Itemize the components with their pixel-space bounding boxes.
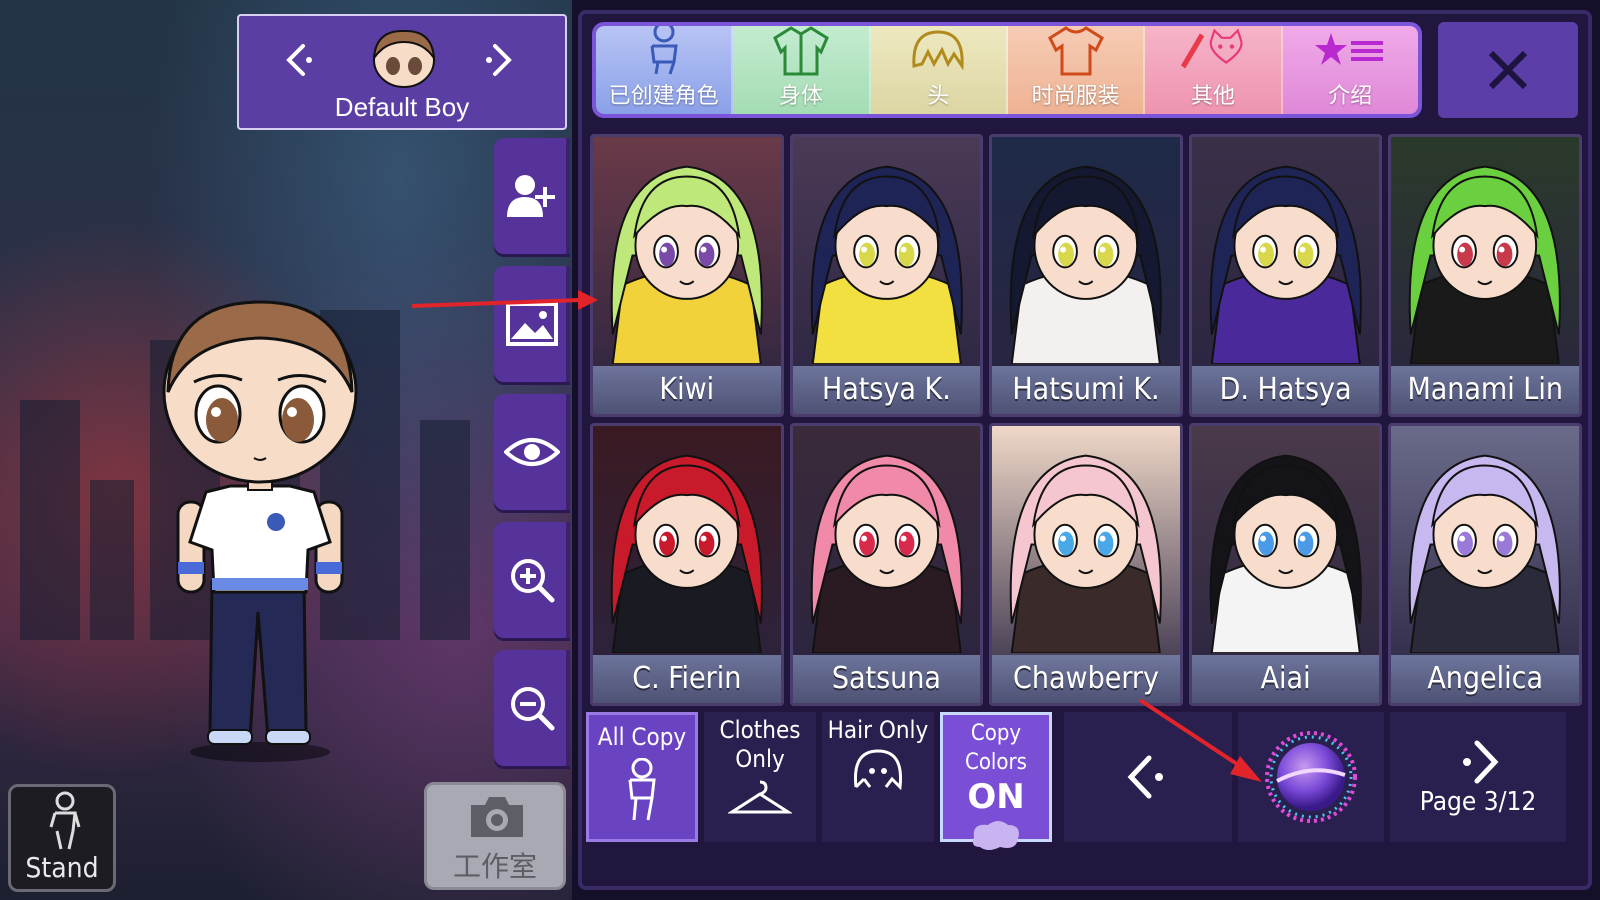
character-name: C. Fierin: [593, 655, 781, 703]
tab-created-characters[interactable]: 已创建角色: [596, 26, 734, 114]
all-copy-button[interactable]: All Copy: [586, 712, 698, 842]
character-selector: Default Boy: [237, 14, 567, 130]
close-icon: [1488, 50, 1528, 90]
sword-cat-icon: [1180, 28, 1243, 69]
stand-label: Stand: [25, 851, 99, 884]
character-name: Aiai: [1191, 655, 1380, 703]
copy-options-bar: All Copy Clothes Only Hair Only Copy Col…: [586, 712, 1582, 850]
category-tabs: 已创建角色 身体 头 时尚服装 其他 介绍: [592, 22, 1422, 118]
character-card[interactable]: D. Hatsya: [1188, 134, 1383, 417]
character-portrait: [610, 165, 763, 365]
character-name: Hatsumi K.: [992, 366, 1180, 414]
character-portrait: [1409, 165, 1562, 365]
add-person-icon: [507, 175, 555, 217]
option-label: All Copy: [597, 723, 687, 751]
close-button[interactable]: [1438, 22, 1578, 118]
option-label: Clothes Only: [719, 716, 801, 773]
studio-button[interactable]: 工作室: [424, 782, 566, 890]
character-name: Chawberry: [992, 655, 1180, 703]
zoom-in-icon: [511, 559, 555, 603]
previous-character-button[interactable]: [277, 38, 321, 82]
character-portrait: [1209, 454, 1362, 654]
character-card[interactable]: Chawberry: [989, 423, 1183, 706]
character-portrait: [810, 165, 963, 365]
page-indicator: Page 3/12: [1419, 787, 1537, 817]
character-card[interactable]: Satsuna: [789, 423, 984, 706]
zoom-out-button[interactable]: [494, 650, 570, 766]
character-portrait: [1009, 165, 1162, 365]
tshirt-icon: [1047, 26, 1104, 76]
character-card[interactable]: Hatsya K.: [789, 134, 984, 417]
hanger-icon: [726, 780, 794, 814]
tab-label: 头: [927, 84, 950, 109]
tab-label: 身体: [778, 84, 823, 109]
jacket-icon: [773, 26, 829, 76]
character-card[interactable]: Angelica: [1388, 423, 1582, 706]
add-character-button[interactable]: [494, 138, 570, 254]
tab-intro[interactable]: 介绍: [1282, 26, 1418, 114]
tab-fashion[interactable]: 时尚服装: [1007, 26, 1146, 114]
option-label: Copy Colors: [965, 721, 1027, 775]
chevron-left-icon: [1127, 755, 1163, 799]
character-name: Manami Lin: [1391, 366, 1579, 414]
character-name: Angelica: [1391, 655, 1579, 703]
tab-head[interactable]: 头: [870, 26, 1008, 114]
character-portrait: [1209, 165, 1362, 365]
hair-outline-icon: [853, 749, 903, 791]
tab-label: 介绍: [1328, 84, 1373, 109]
paint-splash-icon: [972, 821, 1019, 850]
background-image-icon: [506, 302, 558, 346]
character-grid: Kiwi Hatsya K. Hatsumi K. D. Hatsya Manami L…: [590, 134, 1582, 706]
character-name: D. Hatsya: [1191, 366, 1380, 414]
character-card[interactable]: Kiwi: [590, 134, 784, 417]
visibility-button[interactable]: [494, 394, 570, 510]
character-card[interactable]: Manami Lin: [1388, 134, 1582, 417]
character-card[interactable]: Hatsumi K.: [989, 134, 1183, 417]
character-card[interactable]: Aiai: [1188, 423, 1383, 706]
tab-label: 已创建角色: [608, 84, 719, 109]
next-character-button[interactable]: [477, 38, 521, 82]
toggle-state: ON: [967, 777, 1025, 817]
star-list-icon: [1315, 33, 1384, 65]
tab-body[interactable]: 身体: [733, 26, 871, 114]
chevron-left-icon: [286, 44, 312, 76]
background-button[interactable]: [494, 266, 570, 382]
clothes-only-button[interactable]: Clothes Only: [704, 712, 816, 842]
planet-button[interactable]: [1238, 712, 1384, 842]
character-portrait: [810, 454, 963, 654]
character-outline-icon: [650, 26, 678, 75]
camera-icon: [471, 797, 523, 837]
hair-icon: [912, 30, 964, 71]
tab-label: 时尚服装: [1031, 84, 1120, 109]
option-label: Hair Only: [827, 716, 929, 744]
character-name: Hatsya K.: [792, 366, 981, 414]
copy-colors-toggle[interactable]: Copy Colors ON: [940, 712, 1052, 850]
character-figure[interactable]: [150, 292, 370, 772]
character-card[interactable]: C. Fierin: [590, 423, 784, 706]
pose-figure-icon: [49, 791, 81, 850]
character-portrait: [1009, 454, 1162, 654]
zoom-out-icon: [511, 687, 555, 731]
planet-icon: [1265, 731, 1357, 823]
hair-only-button[interactable]: Hair Only: [822, 712, 934, 842]
tab-other[interactable]: 其他: [1145, 26, 1283, 114]
character-name: Satsuna: [792, 655, 981, 703]
previous-page-button[interactable]: [1064, 712, 1232, 842]
character-name: Default Boy: [334, 92, 470, 122]
avatar: [371, 28, 437, 88]
next-page-button[interactable]: Page 3/12: [1390, 712, 1566, 842]
character-portrait: [610, 454, 763, 654]
chevron-right-icon: [486, 44, 512, 76]
studio-label: 工作室: [452, 850, 537, 883]
stand-button[interactable]: Stand: [8, 784, 116, 892]
character-name: Kiwi: [593, 366, 781, 414]
chevron-right-icon: [1463, 740, 1499, 784]
eye-icon: [504, 438, 560, 466]
character-portrait: [1409, 454, 1562, 654]
full-body-icon: [628, 757, 656, 821]
tab-label: 其他: [1190, 84, 1235, 109]
zoom-in-button[interactable]: [494, 522, 570, 638]
